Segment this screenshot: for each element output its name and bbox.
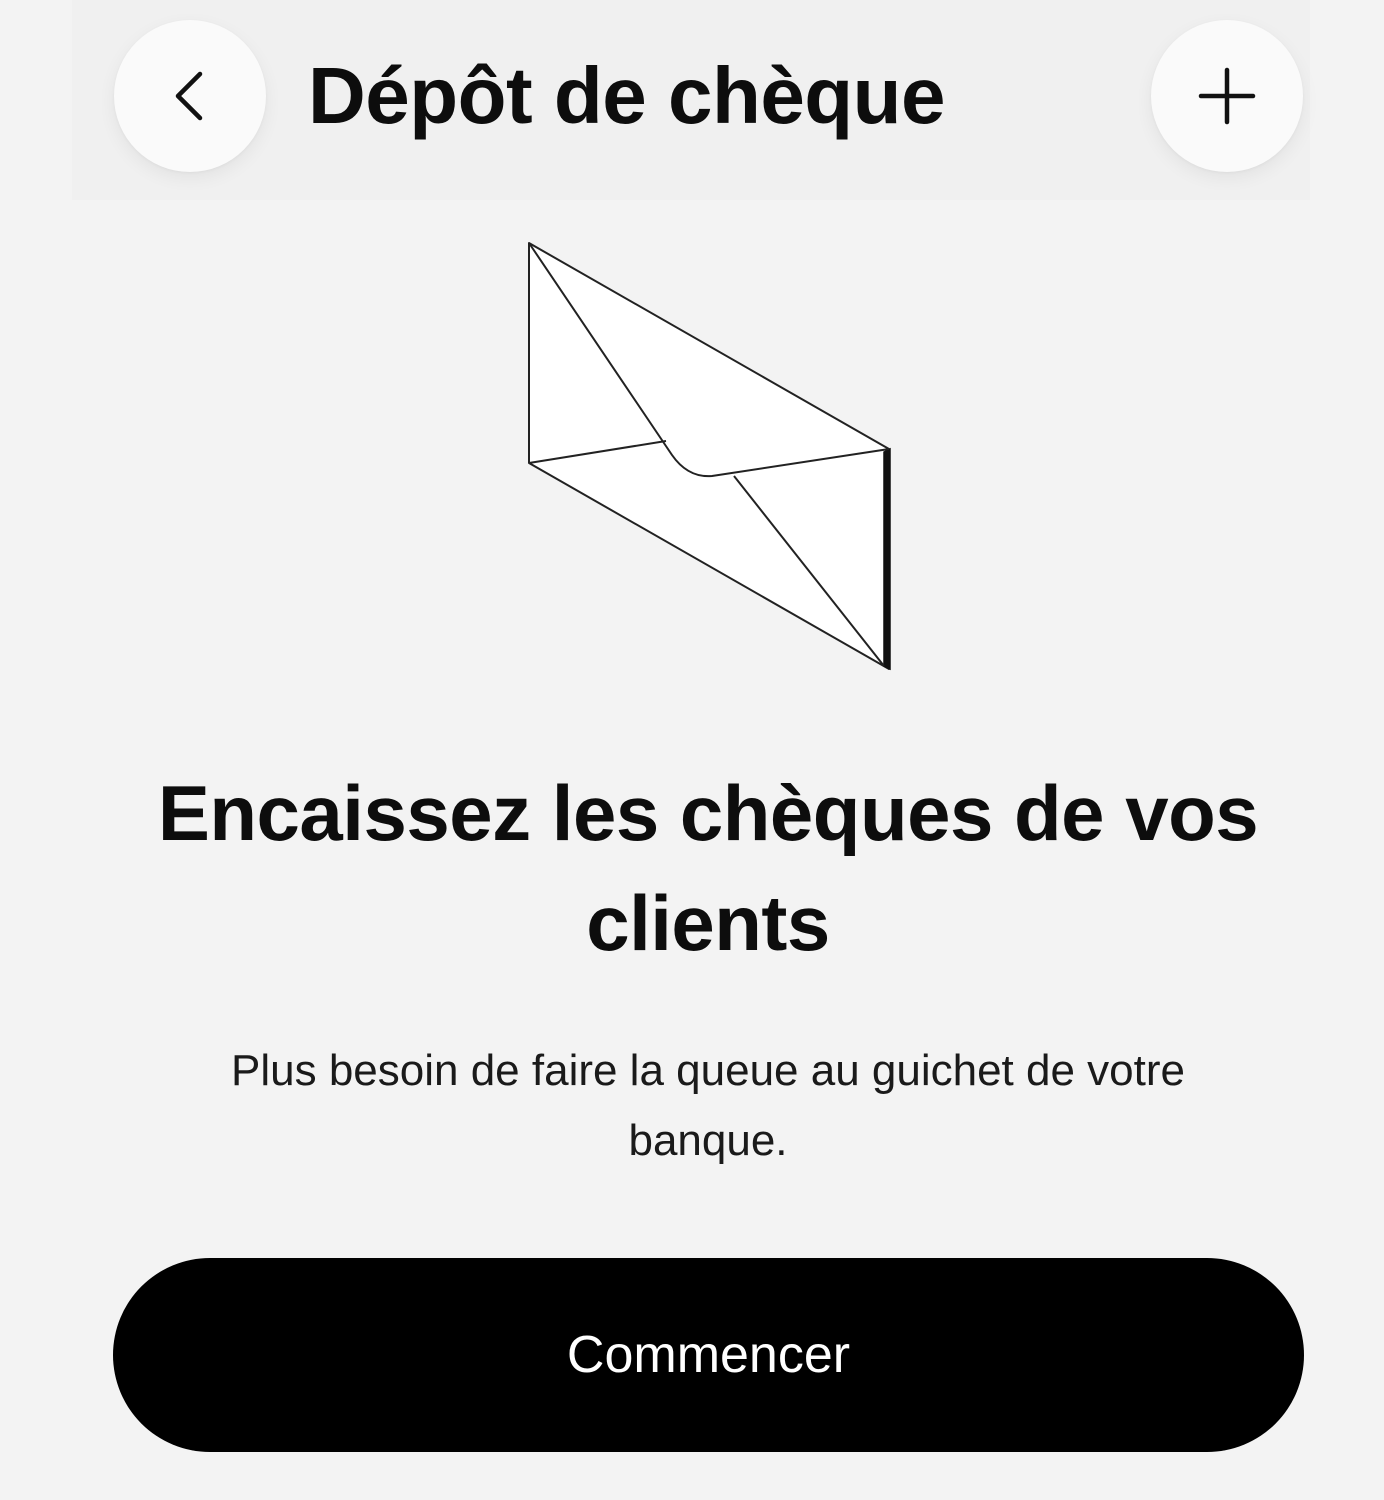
envelope-illustration bbox=[520, 236, 900, 676]
start-button[interactable]: Commencer bbox=[113, 1258, 1304, 1452]
add-button[interactable] bbox=[1151, 20, 1303, 172]
chevron-left-icon bbox=[170, 68, 210, 124]
page-title: Dépôt de chèque bbox=[308, 51, 946, 140]
headline: Encaissez les chèques de vos clients bbox=[157, 769, 1259, 967]
plus-icon bbox=[1197, 66, 1257, 126]
subtitle: Plus besoin de faire la queue au guichet… bbox=[231, 1046, 1185, 1165]
envelope-icon bbox=[520, 242, 900, 680]
back-button[interactable] bbox=[114, 20, 266, 172]
cheque-deposit-screen: Dépôt de chèque Encaissez les chèques de… bbox=[0, 0, 1384, 1500]
top-bar: Dépôt de chèque bbox=[0, 0, 1384, 200]
